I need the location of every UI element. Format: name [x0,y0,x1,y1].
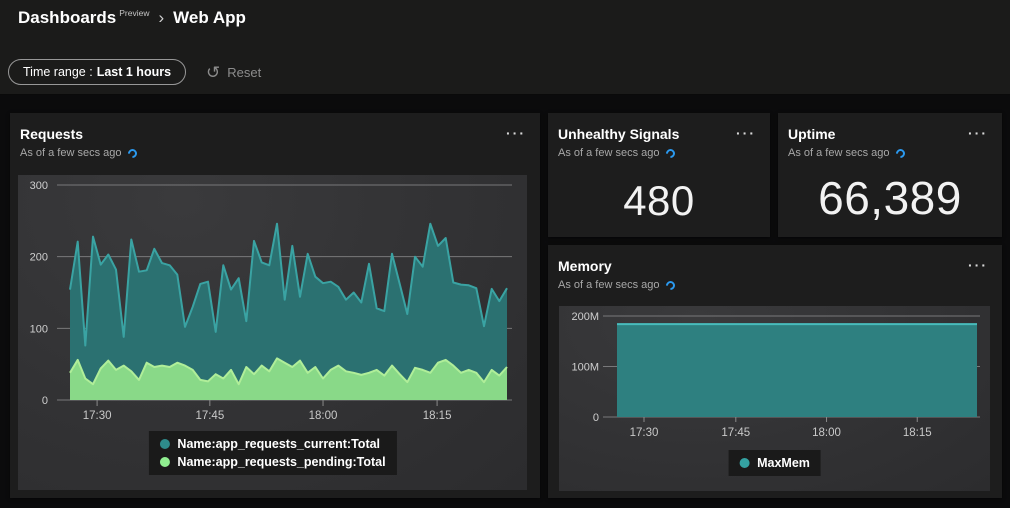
reset-icon: ↺ [206,62,221,82]
requests-as-of: As of a few secs ago [20,146,139,160]
uptime-card-header: Uptime As of a few secs ago ··· [778,113,1002,160]
breadcrumb-dashboards[interactable]: Dashboards [18,8,116,27]
refresh-icon [663,278,677,292]
svg-text:200: 200 [30,252,48,264]
requests-chart-panel: 0 100 200 300 17:30 17:45 18:00 18:15 Name:app_… [18,175,527,490]
legend-label: Name:app_requests_pending:Total [177,455,386,469]
unhealthy-as-of: As of a few secs ago [558,146,679,160]
time-range-label: Time range : [23,65,93,79]
uptime-card-title: Uptime [788,126,836,142]
requests-card-title: Requests [20,126,84,142]
refresh-icon [125,146,139,160]
svg-text:18:15: 18:15 [903,427,932,439]
chevron-right-icon: › [158,8,165,27]
legend-color-dot-icon [159,439,170,449]
refresh-icon [663,146,677,160]
memory-as-of-text: As of a few secs ago [558,279,660,291]
time-range-button[interactable]: Time range : Last 1 hours [8,59,187,85]
svg-text:17:45: 17:45 [195,410,224,422]
memory-as-of: As of a few secs ago [558,278,677,292]
svg-text:18:00: 18:00 [309,410,338,422]
requests-as-of-text: As of a few secs ago [20,147,122,159]
reset-button[interactable]: ↺ Reset [206,64,261,81]
breadcrumb-web-app: Web App [173,8,246,27]
breadcrumb: Dashboards Preview › Web App [18,8,246,28]
legend-color-dot-icon [159,457,170,467]
legend-item: Name:app_requests_current:Total [159,436,385,452]
memory-card: Memory As of a few secs ago ··· 0 100M 200… [548,245,1002,498]
legend-item: MaxMem [739,455,810,471]
unhealthy-signals-card: Unhealthy Signals As of a few secs ago ·… [548,113,770,237]
uptime-as-of-text: As of a few secs ago [788,147,890,159]
memory-card-header: Memory As of a few secs ago ··· [548,245,1002,292]
requests-chart-legend: Name:app_requests_current:Total Name:app_… [148,431,397,475]
requests-menu-button ellipsis-icon[interactable]: ··· [504,126,528,140]
svg-text:17:30: 17:30 [83,410,112,422]
reset-label: Reset [227,64,262,80]
svg-text:200M: 200M [571,311,599,323]
preview-badge: Preview [119,8,150,18]
requests-card: Requests As of a few secs ago ··· 0 100 20… [10,113,540,498]
svg-text:18:00: 18:00 [812,427,841,439]
refresh-icon [893,146,907,160]
unhealthy-card-header: Unhealthy Signals As of a few secs ago ·… [548,113,770,160]
uptime-card: Uptime As of a few secs ago ··· 66,389 [778,113,1002,237]
svg-text:18:15: 18:15 [423,410,452,422]
memory-chart-legend: MaxMem [728,450,821,476]
requests-card-header: Requests As of a few secs ago ··· [10,113,540,160]
memory-card-title: Memory [558,258,612,274]
svg-text:17:45: 17:45 [721,427,750,439]
unhealthy-signals-value: 480 [623,177,695,224]
top-header: Dashboards Preview › Web App Time range : L… [0,0,1010,95]
svg-text:100M: 100M [571,362,599,374]
uptime-value: 66,389 [818,172,962,224]
uptime-menu-button ellipsis-icon[interactable]: ··· [966,126,990,140]
svg-text:100: 100 [30,323,48,335]
legend-color-dot-icon [739,458,750,468]
unhealthy-as-of-text: As of a few secs ago [558,147,660,159]
legend-label: MaxMem [757,456,810,470]
dashboard-toolbar: Time range : Last 1 hours ↺ Reset [8,59,261,85]
svg-text:0: 0 [593,412,599,424]
time-range-value: Last 1 hours [96,65,172,79]
svg-text:300: 300 [30,180,48,192]
memory-menu-button ellipsis-icon[interactable]: ··· [966,258,990,272]
unhealthy-menu-button ellipsis-icon[interactable]: ··· [734,126,758,140]
unhealthy-card-title: Unhealthy Signals [558,126,680,142]
legend-label: Name:app_requests_current:Total [177,437,381,451]
legend-item: Name:app_requests_pending:Total [159,454,386,470]
memory-chart-panel: 0 100M 200M 17:30 17:45 18:00 18:15 MaxMem [559,306,990,491]
svg-text:17:30: 17:30 [630,427,659,439]
uptime-as-of: As of a few secs ago [788,146,907,160]
svg-text:0: 0 [42,395,48,407]
